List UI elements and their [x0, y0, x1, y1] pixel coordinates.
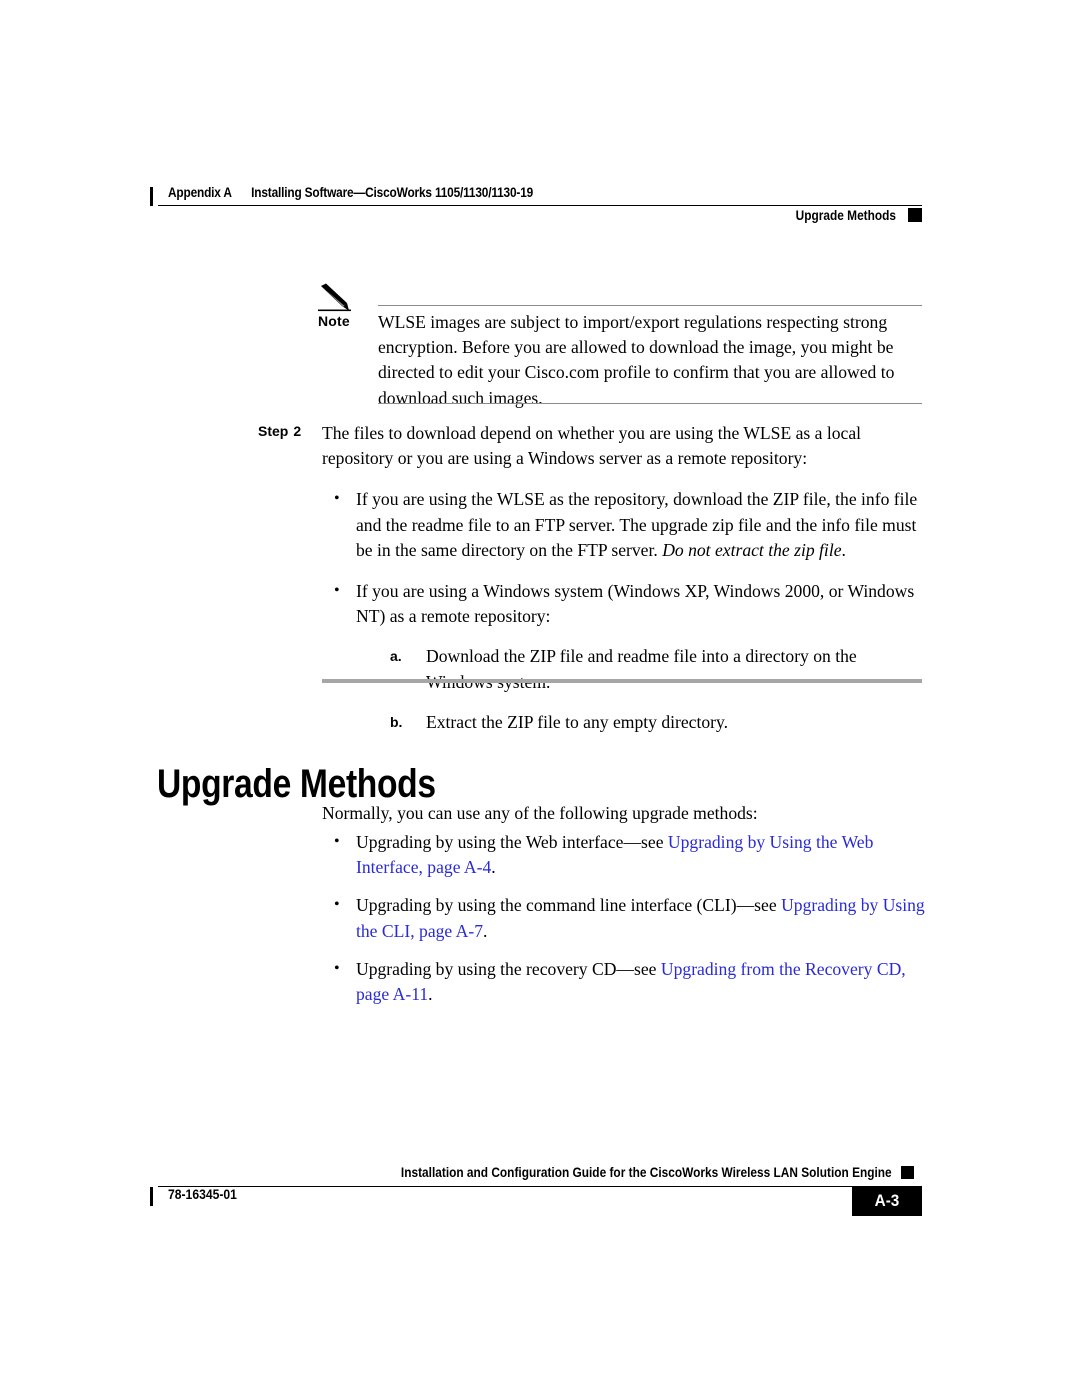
step-word: Step — [258, 423, 289, 439]
footer-rule — [158, 1186, 922, 1187]
list-item: If you are using the WLSE as the reposit… — [322, 486, 922, 563]
step-intro-text: The files to download depend on whether … — [322, 423, 862, 469]
footer-marker-square — [901, 1166, 914, 1179]
header-breadcrumb: Appendix A Installing Software—CiscoWorks… — [168, 185, 533, 200]
header-rule — [158, 205, 922, 206]
alpha-text: Download the ZIP file and readme file in… — [426, 646, 857, 691]
list-item: If you are using a Windows system (Windo… — [322, 578, 922, 735]
method-lead-text: Upgrading by using the command line inte… — [356, 895, 782, 916]
step-alpha-list: a. Download the ZIP file and readme file … — [390, 644, 922, 735]
running-header: Appendix A Installing Software—CiscoWorks… — [150, 183, 922, 229]
list-item: Upgrading by using the recovery CD—see U… — [322, 956, 926, 1007]
footer-left-tick — [150, 1187, 153, 1206]
bullet-text-italic: Do not extract the zip file — [662, 539, 842, 560]
method-lead-text: Upgrading by using the Web interface—see — [356, 832, 668, 852]
alpha-marker: b. — [390, 713, 403, 730]
header-section-name: Upgrade Methods — [795, 208, 896, 223]
step-bullet-list: If you are using the WLSE as the reposit… — [322, 486, 922, 735]
note-rule-top — [378, 305, 922, 306]
upgrade-methods-list: Upgrading by using the Web interface—see… — [322, 829, 926, 1007]
footer-page-number: A-3 — [874, 1191, 900, 1210]
bullet-text-lead: If you are using a Windows system (Windo… — [356, 581, 915, 627]
method-tail-text: . — [428, 984, 433, 1005]
step-number: 2 — [293, 423, 302, 439]
alpha-marker: a. — [390, 648, 402, 665]
alpha-text: Extract the ZIP file to any empty direct… — [426, 711, 729, 732]
method-tail-text: . — [491, 857, 496, 878]
list-item: Upgrading by using the command line inte… — [322, 892, 926, 943]
list-item: a. Download the ZIP file and readme file … — [390, 644, 922, 694]
step-body: The files to download depend on whether … — [322, 421, 922, 735]
section-divider-rule — [322, 679, 922, 683]
header-marker-square — [908, 208, 922, 222]
running-footer: Installation and Configuration Guide for… — [150, 1165, 922, 1225]
step-label: Step 2 — [258, 423, 301, 439]
header-chapter-title: Installing Software—CiscoWorks 1105/1130… — [251, 185, 534, 200]
list-item: b. Extract the ZIP file to any empty dire… — [390, 710, 922, 735]
footer-guide-title: Installation and Configuration Guide for… — [401, 1165, 892, 1180]
bullet-text-tail: . — [841, 539, 846, 560]
header-left-tick — [150, 187, 153, 206]
note-label: Note — [318, 313, 350, 329]
header-appendix-label: Appendix A — [168, 185, 232, 200]
note-text: WLSE images are subject to import/export… — [378, 312, 895, 408]
method-tail-text: . — [483, 920, 488, 941]
footer-document-number: 78-16345-01 — [168, 1187, 237, 1202]
note-rule-bottom — [378, 403, 922, 404]
pencil-icon — [318, 283, 364, 313]
list-item: Upgrading by using the Web interface—see… — [322, 829, 926, 880]
section-intro-text: Normally, you can use any of the followi… — [322, 803, 758, 823]
document-page: Appendix A Installing Software—CiscoWorks… — [0, 0, 1080, 1397]
method-lead-text: Upgrading by using the recovery CD—see — [356, 958, 661, 979]
